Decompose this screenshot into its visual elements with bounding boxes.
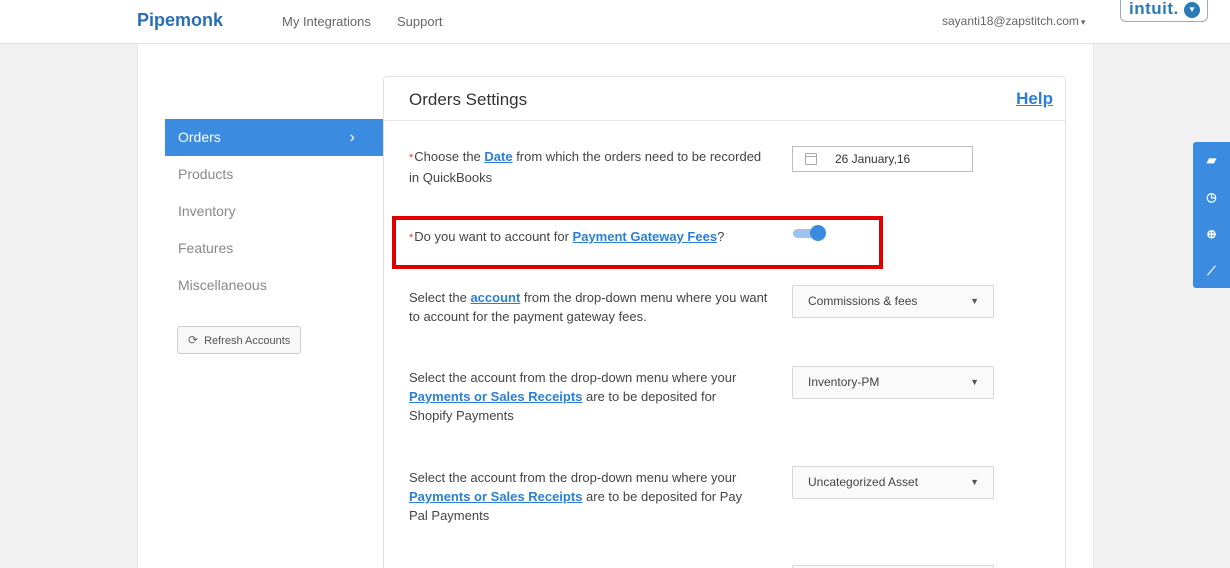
sidebar-item-label: Features (178, 240, 234, 256)
lifebuoy-icon[interactable]: ⊕ (1193, 224, 1230, 244)
date-field[interactable]: 26 January,16 (792, 146, 973, 172)
sidebar-item-miscellaneous[interactable]: Miscellaneous (165, 267, 383, 304)
label-text: Choose the (414, 149, 485, 164)
intuit-logo: intuit. (1129, 0, 1179, 18)
chevron-right-icon: › (349, 129, 355, 146)
selected-value: Inventory-PM (808, 375, 880, 389)
toggle-knob (810, 225, 826, 241)
label-text: Do you want to account for (414, 229, 573, 244)
shopify-deposit-label: Select the account from the drop-down me… (409, 368, 761, 425)
payments-sales-receipts-link[interactable]: Payments or Sales Receipts (409, 389, 582, 404)
sidebar-item-label: Inventory (178, 203, 236, 219)
user-email: sayanti18@zapstitch.com (942, 14, 1079, 28)
fee-account-select[interactable]: Commissions & fees ▼ (792, 285, 994, 318)
required-marker: * (409, 152, 414, 164)
sidebar-item-label: Orders (178, 129, 221, 145)
label-text: Select the account from the drop-down me… (409, 470, 737, 485)
sidebar-item-products[interactable]: Products (165, 156, 383, 193)
calendar-icon (805, 153, 817, 165)
rss-icon[interactable]: ⟋ (1193, 261, 1230, 281)
label-text: Select the account from the drop-down me… (409, 370, 737, 385)
date-link[interactable]: Date (484, 149, 512, 164)
brand-logo[interactable]: Pipemonk (137, 10, 223, 31)
selected-value: Commissions & fees (808, 294, 918, 308)
top-nav: Pipemonk My Integrations Support sayanti… (0, 0, 1230, 44)
nav-support[interactable]: Support (397, 14, 443, 29)
date-setting-label: *Choose the Date from which the orders n… (409, 147, 769, 187)
settings-sidebar: Orders › Products Inventory Features Mis… (165, 119, 383, 304)
selected-value: Uncategorized Asset (808, 475, 919, 489)
nav-my-integrations[interactable]: My Integrations (282, 14, 371, 29)
sidebar-item-label: Miscellaneous (178, 277, 267, 293)
required-marker: * (409, 232, 414, 244)
payment-gateway-fees-link[interactable]: Payment Gateway Fees (573, 229, 718, 244)
help-toolbar: ▰ ◷ ⊕ ⟋ (1193, 142, 1230, 288)
account-link[interactable]: account (470, 290, 520, 305)
payments-sales-receipts-link[interactable]: Payments or Sales Receipts (409, 489, 582, 504)
date-value: 26 January,16 (835, 152, 911, 166)
label-text: Select the (409, 290, 471, 305)
paypal-deposit-select[interactable]: Uncategorized Asset ▼ (792, 466, 994, 499)
help-link[interactable]: Help (1016, 89, 1053, 109)
caret-down-icon: ▼ (970, 377, 979, 387)
label-text: ? (717, 229, 725, 244)
caret-down-icon: ▼ (970, 296, 979, 306)
sidebar-item-label: Products (178, 166, 234, 182)
panel-header: Orders Settings Help (384, 77, 1065, 121)
clock-icon[interactable]: ◷ (1193, 187, 1230, 207)
refresh-accounts-label: Refresh Accounts (204, 335, 291, 347)
page-title: Orders Settings (409, 90, 528, 109)
intuit-bar[interactable]: intuit. ▼ (1120, 0, 1208, 22)
book-icon[interactable]: ▰ (1193, 150, 1230, 170)
refresh-icon: ⟳ (188, 333, 199, 347)
caret-down-icon: ▼ (970, 477, 979, 487)
sidebar-item-inventory[interactable]: Inventory (165, 193, 383, 230)
shopify-deposit-select[interactable]: Inventory-PM ▼ (792, 366, 994, 399)
sidebar-item-orders[interactable]: Orders › (165, 119, 383, 156)
paypal-deposit-label: Select the account from the drop-down me… (409, 468, 761, 525)
gateway-setting-label: *Do you want to account for Payment Gate… (409, 227, 769, 248)
chevron-down-icon[interactable]: ▼ (1184, 2, 1200, 18)
caret-down-icon: ▾ (1080, 17, 1086, 27)
sidebar-item-features[interactable]: Features (165, 230, 383, 267)
fee-account-label: Select the account from the drop-down me… (409, 288, 769, 326)
refresh-accounts-button[interactable]: ⟳ Refresh Accounts (177, 326, 301, 354)
user-menu[interactable]: sayanti18@zapstitch.com ▾ (942, 14, 1085, 28)
gateway-fees-toggle[interactable] (793, 225, 826, 241)
